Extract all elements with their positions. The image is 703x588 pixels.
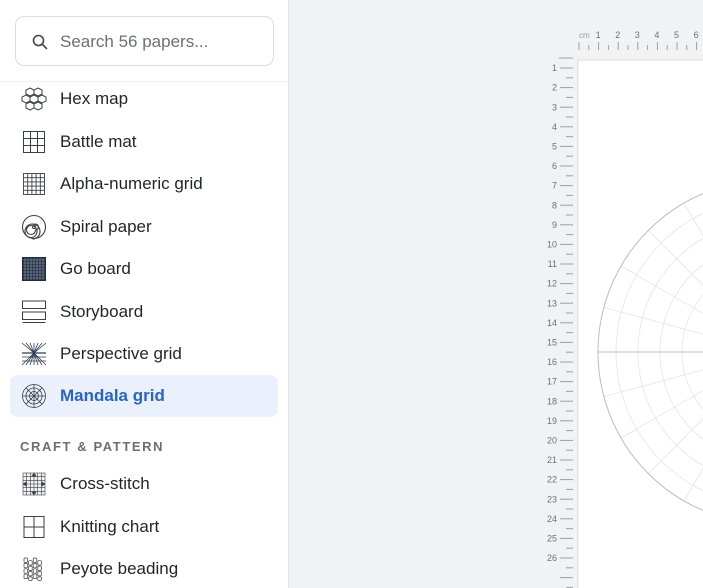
sidebar-item-perspective-grid[interactable]: Perspective grid [10, 333, 278, 375]
ruler-label: 23 [547, 494, 557, 504]
ruler-label: 4 [654, 30, 659, 40]
ruler-label: 19 [547, 416, 557, 426]
ruler-label: 3 [552, 102, 557, 112]
ruler-unit: cm [579, 31, 590, 40]
sidebar-item-label: Go board [60, 259, 131, 278]
search-icon [32, 34, 48, 50]
ruler-label: 14 [547, 318, 557, 328]
sidebar-item-spiral-paper[interactable]: Spiral paper [10, 206, 278, 248]
ruler-label: 2 [552, 83, 557, 93]
hex-map-icon [21, 86, 47, 112]
paper-preview: cm 123456 123456789101112131415161718192… [547, 30, 703, 588]
sidebar-item-storyboard[interactable]: Storyboard [10, 291, 278, 333]
top-ruler: cm 1 2 3 4 5 6 [578, 30, 699, 50]
ruler-label: 11 [548, 259, 557, 269]
ruler-label: 8 [552, 200, 557, 210]
search-box[interactable] [15, 16, 274, 66]
peyote-beading-icon [21, 556, 47, 582]
ruler-label: 15 [547, 338, 557, 348]
ruler-label: 22 [547, 475, 557, 485]
sidebar-item-label: Knitting chart [60, 517, 160, 536]
ruler-label: 1 [596, 30, 601, 40]
spiral-icon [21, 214, 47, 240]
sidebar-item-battle-mat[interactable]: Battle mat [10, 121, 278, 163]
battle-mat-icon [21, 129, 47, 155]
ruler-label: 10 [547, 240, 557, 250]
paper-sheet [577, 59, 703, 588]
ruler-label: 6 [694, 30, 699, 40]
sidebar-item-label: Mandala grid [60, 386, 165, 405]
ruler-label: 6 [552, 161, 557, 171]
sidebar-item-label: Storyboard [60, 302, 144, 321]
sidebar-item-peyote-beading[interactable]: Peyote beading [10, 548, 278, 588]
perspective-grid-icon [21, 341, 47, 367]
search-input[interactable] [60, 29, 260, 55]
ruler-label: 12 [547, 279, 557, 289]
ruler-label: 7 [552, 181, 557, 191]
ruler-label: 5 [552, 142, 557, 152]
go-board-icon [21, 256, 47, 282]
ruler-label: 18 [547, 396, 557, 406]
ruler-label: 4 [552, 122, 557, 132]
sidebar-item-alpha-numeric-grid[interactable]: Alpha-numeric grid [10, 163, 278, 205]
ruler-label: 25 [547, 534, 557, 544]
ruler-label: 21 [547, 455, 557, 465]
ruler-label: 2 [615, 30, 620, 40]
sidebar-item-label: Hex map [60, 89, 129, 108]
sidebar-item-label: Battle mat [60, 132, 137, 151]
sidebar-item-knitting-chart[interactable]: Knitting chart [10, 506, 278, 548]
ruler-label: 16 [547, 357, 557, 367]
sidebar-item-label: Peyote beading [60, 559, 179, 578]
ruler-label: 20 [547, 436, 557, 446]
sidebar: Hex map Battle mat Alpha-num [0, 0, 289, 588]
ruler-label: 1 [552, 63, 557, 73]
alpha-numeric-grid-icon [21, 171, 47, 197]
sidebar-item-label: Cross-stitch [60, 474, 150, 493]
ruler-label: 5 [674, 30, 679, 40]
sidebar-item-mandala-grid[interactable]: Mandala grid [10, 375, 278, 417]
ruler-label: 9 [552, 220, 557, 230]
knitting-chart-icon [21, 514, 47, 540]
section-heading-craft: CRAFT & PATTERN [20, 439, 165, 454]
sidebar-item-cross-stitch[interactable]: Cross-stitch [10, 463, 278, 505]
left-ruler: 1234567891011121314151617181920212223242… [547, 57, 573, 588]
ruler-label: 17 [547, 377, 557, 387]
sidebar-item-hex-map[interactable]: Hex map [10, 78, 278, 120]
sidebar-item-label: Spiral paper [60, 217, 152, 236]
canvas-area: cm 123456 1 2 3 4 5 6 7 8 9 10 11 12 13 14 15 16 17 18 19 2… [290, 0, 703, 588]
ruler-label: 13 [547, 298, 557, 308]
ruler-label: 24 [547, 514, 557, 524]
sidebar-item-label: Perspective grid [60, 344, 182, 363]
ruler-label: 26 [547, 553, 557, 563]
storyboard-icon [21, 299, 47, 325]
search-bar [0, 0, 288, 82]
sidebar-item-go-board[interactable]: Go board [10, 248, 278, 290]
cross-stitch-icon [21, 471, 47, 497]
ruler-label: 3 [635, 30, 640, 40]
sidebar-item-label: Alpha-numeric grid [60, 174, 203, 193]
mandala-grid-icon [21, 383, 47, 409]
